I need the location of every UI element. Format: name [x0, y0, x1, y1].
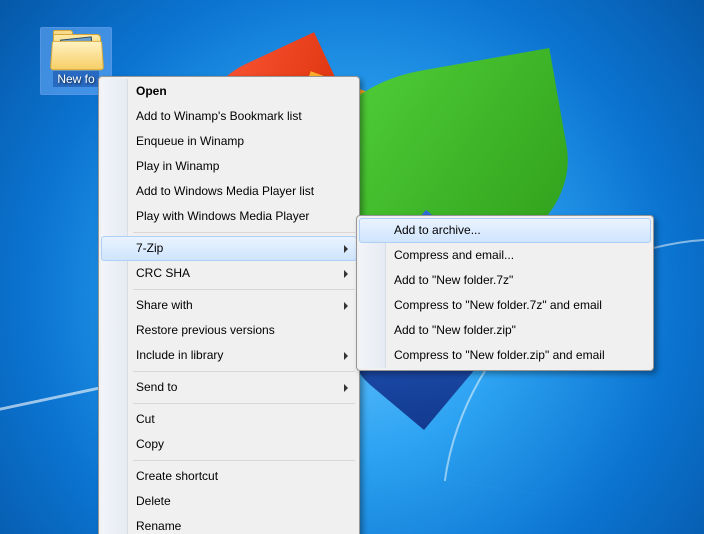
menu-item-winamp-bookmark[interactable]: Add to Winamp's Bookmark list: [101, 104, 357, 129]
menu-label: Play in Winamp: [136, 159, 219, 173]
menu-item-wmp-play[interactable]: Play with Windows Media Player: [101, 204, 357, 229]
submenu-item-add-archive[interactable]: Add to archive...: [359, 218, 651, 243]
submenu-arrow-icon: [344, 270, 348, 278]
menu-item-open[interactable]: Open: [101, 79, 357, 104]
menu-label: 7-Zip: [136, 241, 163, 255]
menu-item-restore-previous[interactable]: Restore previous versions: [101, 318, 357, 343]
menu-separator: [133, 403, 355, 404]
menu-label: Add to Winamp's Bookmark list: [136, 109, 302, 123]
menu-label: Create shortcut: [136, 469, 218, 483]
menu-label: Share with: [136, 298, 193, 312]
menu-item-delete[interactable]: Delete: [101, 489, 357, 514]
submenu-item-compress-email[interactable]: Compress and email...: [359, 243, 651, 268]
menu-label: Rename: [136, 519, 181, 533]
menu-label: Send to: [136, 380, 177, 394]
context-menu: Open Add to Winamp's Bookmark list Enque…: [98, 76, 360, 534]
menu-item-cut[interactable]: Cut: [101, 407, 357, 432]
menu-item-wmp-add[interactable]: Add to Windows Media Player list: [101, 179, 357, 204]
menu-item-include-library[interactable]: Include in library: [101, 343, 357, 368]
desktop-icon-label: New fo: [53, 71, 98, 87]
submenu-arrow-icon: [344, 352, 348, 360]
menu-label: Compress and email...: [394, 248, 514, 262]
menu-label: CRC SHA: [136, 266, 190, 280]
menu-label: Add to Windows Media Player list: [136, 184, 314, 198]
menu-label: Play with Windows Media Player: [136, 209, 309, 223]
submenu-item-compress-zip-email[interactable]: Compress to "New folder.zip" and email: [359, 343, 651, 368]
desktop[interactable]: New fo Open Add to Winamp's Bookmark lis…: [0, 0, 704, 534]
menu-label: Enqueue in Winamp: [136, 134, 244, 148]
menu-label: Restore previous versions: [136, 323, 275, 337]
menu-separator: [133, 232, 355, 233]
menu-label: Compress to "New folder.zip" and email: [394, 348, 605, 362]
submenu-arrow-icon: [344, 384, 348, 392]
submenu-arrow-icon: [344, 302, 348, 310]
menu-item-create-shortcut[interactable]: Create shortcut: [101, 464, 357, 489]
menu-item-send-to[interactable]: Send to: [101, 375, 357, 400]
menu-separator: [133, 371, 355, 372]
menu-label: Include in library: [136, 348, 223, 362]
submenu-item-add-zip[interactable]: Add to "New folder.zip": [359, 318, 651, 343]
submenu-7zip: Add to archive... Compress and email... …: [356, 215, 654, 371]
menu-label: Add to archive...: [394, 223, 481, 237]
menu-label: Cut: [136, 412, 155, 426]
menu-item-winamp-play[interactable]: Play in Winamp: [101, 154, 357, 179]
menu-item-rename[interactable]: Rename: [101, 514, 357, 534]
menu-item-crc-sha[interactable]: CRC SHA: [101, 261, 357, 286]
submenu-item-compress-7z-email[interactable]: Compress to "New folder.7z" and email: [359, 293, 651, 318]
submenu-arrow-icon: [344, 245, 348, 253]
menu-label: Add to "New folder.7z": [394, 273, 513, 287]
menu-label: Copy: [136, 437, 164, 451]
submenu-item-add-7z[interactable]: Add to "New folder.7z": [359, 268, 651, 293]
menu-label: Delete: [136, 494, 171, 508]
menu-item-copy[interactable]: Copy: [101, 432, 357, 457]
menu-separator: [133, 289, 355, 290]
menu-label: Compress to "New folder.7z" and email: [394, 298, 602, 312]
menu-item-7zip[interactable]: 7-Zip: [101, 236, 357, 261]
menu-separator: [133, 460, 355, 461]
menu-label: Add to "New folder.zip": [394, 323, 516, 337]
folder-icon: [51, 30, 101, 68]
menu-item-winamp-enqueue[interactable]: Enqueue in Winamp: [101, 129, 357, 154]
menu-item-share-with[interactable]: Share with: [101, 293, 357, 318]
menu-label: Open: [136, 84, 167, 98]
